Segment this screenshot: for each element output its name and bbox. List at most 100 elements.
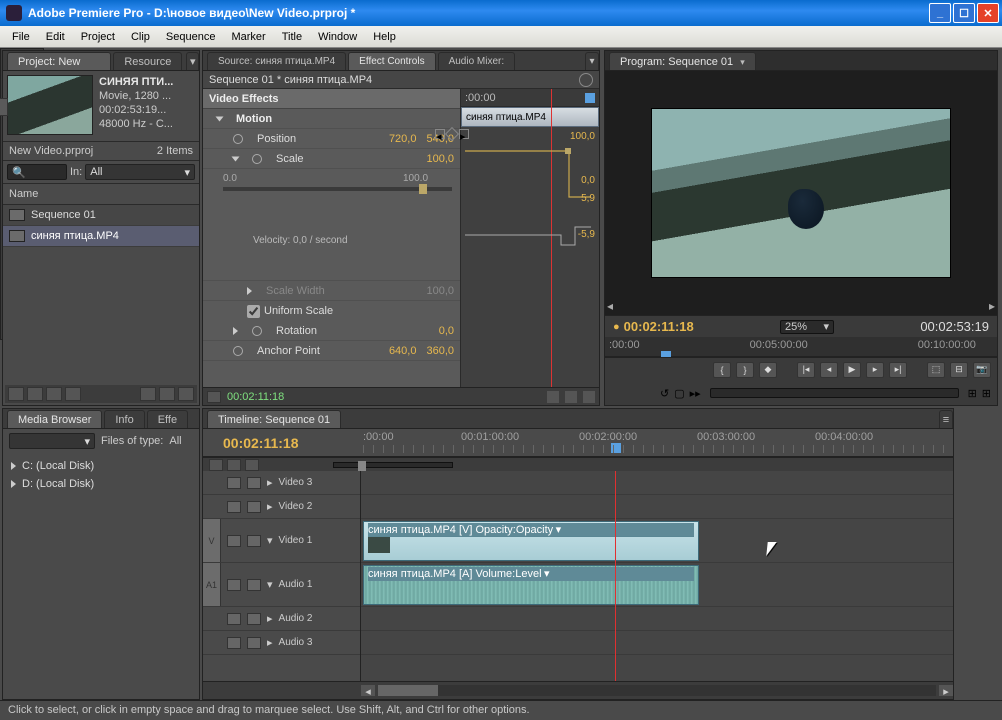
icon-view-icon[interactable] bbox=[27, 387, 43, 401]
tab-audio-mixer[interactable]: Audio Mixer: bbox=[438, 52, 516, 70]
loop-button[interactable]: ↺ bbox=[660, 387, 669, 400]
menu-marker[interactable]: Marker bbox=[223, 29, 273, 45]
scale-value[interactable]: 100,0 bbox=[426, 153, 454, 165]
eye-icon[interactable] bbox=[227, 535, 241, 547]
lift-button[interactable]: ⬚ bbox=[927, 362, 945, 378]
panel-menu-icon[interactable]: ▾ bbox=[585, 52, 599, 70]
extract-button[interactable]: ⊟ bbox=[950, 362, 968, 378]
lock-icon[interactable] bbox=[247, 535, 261, 547]
ec-btn-icon[interactable] bbox=[547, 391, 559, 403]
track-audio2[interactable]: ▸Audio 2 bbox=[203, 607, 360, 631]
lane-a2[interactable] bbox=[361, 607, 953, 631]
tab-effect-controls[interactable]: Effect Controls bbox=[348, 52, 435, 70]
disclosure-triangle-icon[interactable] bbox=[11, 480, 16, 488]
maximize-button[interactable]: ☐ bbox=[953, 3, 975, 23]
tab-program[interactable]: Program: Sequence 01 ▾ bbox=[609, 52, 756, 70]
collapse-icon[interactable]: ▸ bbox=[267, 500, 273, 513]
set-encore-icon[interactable] bbox=[245, 459, 259, 471]
uniform-scale-checkbox[interactable]: Uniform Scale bbox=[203, 301, 460, 321]
position-x[interactable]: 720,0 bbox=[389, 133, 417, 145]
rotation-value[interactable]: 0,0 bbox=[439, 325, 454, 337]
lock-icon[interactable] bbox=[247, 637, 261, 649]
out-point-button[interactable]: } bbox=[736, 362, 754, 378]
zoom-slider[interactable] bbox=[333, 462, 453, 468]
stopwatch-icon[interactable] bbox=[233, 134, 243, 144]
scale-graph[interactable]: 0.0 100.0 Velocity: 0,0 / second bbox=[203, 169, 460, 281]
prev-keyframe-icon[interactable]: ◂ bbox=[435, 129, 445, 139]
minimize-button[interactable]: _ bbox=[929, 3, 951, 23]
clip-audio1[interactable]: синяя птица.MP4 [A] Volume:Level ▾ bbox=[363, 565, 699, 605]
drive-c[interactable]: C: (Local Disk) bbox=[3, 457, 199, 475]
timeline-playhead[interactable] bbox=[615, 471, 616, 681]
speaker-icon[interactable] bbox=[227, 579, 241, 591]
step-back-button[interactable]: ◂ bbox=[820, 362, 838, 378]
scroll-right-icon[interactable]: ▸ bbox=[939, 685, 953, 696]
lock-icon[interactable] bbox=[247, 613, 261, 625]
menu-help[interactable]: Help bbox=[365, 29, 404, 45]
track-video3[interactable]: ▸Video 3 bbox=[203, 471, 360, 495]
collapse-icon[interactable]: ▾ bbox=[267, 578, 273, 591]
lock-icon[interactable] bbox=[247, 579, 261, 591]
ec-snap-icon[interactable] bbox=[207, 391, 221, 403]
ec-timecode[interactable]: 00:02:11:18 bbox=[227, 391, 284, 403]
menu-edit[interactable]: Edit bbox=[38, 29, 73, 45]
menu-window[interactable]: Window bbox=[310, 29, 365, 45]
track-video2[interactable]: ▸Video 2 bbox=[203, 495, 360, 519]
new-item-icon[interactable] bbox=[159, 387, 175, 401]
add-keyframe-icon[interactable] bbox=[445, 127, 459, 141]
stopwatch-icon[interactable] bbox=[252, 154, 262, 164]
collapse-icon[interactable]: ▾ bbox=[267, 534, 273, 547]
tab-effects[interactable]: Effe bbox=[147, 410, 188, 428]
search-input[interactable]: 🔍 bbox=[7, 164, 67, 180]
menu-clip[interactable]: Clip bbox=[123, 29, 158, 45]
shuttle-slider[interactable] bbox=[710, 388, 959, 398]
disclosure-triangle-icon[interactable] bbox=[216, 116, 224, 121]
tab-source[interactable]: Source: синяя птица.MP4 bbox=[207, 52, 346, 70]
program-ruler[interactable]: :00:00 00:05:00:00 00:10:00:00 bbox=[605, 337, 997, 357]
panel-menu-icon[interactable]: ▾ bbox=[186, 52, 199, 70]
column-name-header[interactable]: Name bbox=[3, 184, 199, 205]
chevron-down-icon[interactable]: ▾ bbox=[544, 568, 550, 580]
lane-v1[interactable]: синяя птица.MP4 [V] Opacity:Opacity ▾ bbox=[361, 519, 953, 563]
playhead-marker-icon[interactable] bbox=[585, 93, 595, 103]
bin-item-clip[interactable]: синяя птица.MP4 bbox=[3, 226, 199, 247]
tab-media-browser[interactable]: Media Browser bbox=[7, 410, 102, 428]
automate-icon[interactable] bbox=[46, 387, 62, 401]
close-button[interactable]: ✕ bbox=[977, 3, 999, 23]
new-bin-icon[interactable] bbox=[140, 387, 156, 401]
ec-btn-icon[interactable] bbox=[583, 391, 595, 403]
lane-a1[interactable]: синяя птица.MP4 [A] Volume:Level ▾ bbox=[361, 563, 953, 607]
step-fwd-button[interactable]: ▸ bbox=[866, 362, 884, 378]
effect-timeline[interactable]: :00:00 синяя птица.MP4 100,0 0,0 5,9 -5,… bbox=[461, 89, 599, 387]
clip-video1[interactable]: синяя птица.MP4 [V] Opacity:Opacity ▾ bbox=[363, 521, 699, 561]
lane-v2[interactable] bbox=[361, 495, 953, 519]
menu-sequence[interactable]: Sequence bbox=[158, 29, 224, 45]
speaker-icon[interactable] bbox=[227, 613, 241, 625]
panel-menu-icon[interactable]: ≡ bbox=[939, 410, 953, 428]
disclosure-triangle-icon[interactable] bbox=[247, 287, 252, 295]
disclosure-triangle-icon[interactable] bbox=[11, 462, 16, 470]
timeline-ruler[interactable]: :00:00 00:01:00:00 00:02:00:00 00:03:00:… bbox=[361, 429, 953, 456]
stopwatch-icon[interactable] bbox=[252, 326, 262, 336]
next-seq-icon[interactable]: ▸ bbox=[989, 299, 995, 313]
track-target-a[interactable]: A1 bbox=[203, 563, 221, 606]
anchor-x[interactable]: 640,0 bbox=[389, 345, 417, 357]
media-view-dropdown[interactable]: ▾ bbox=[9, 433, 95, 449]
scroll-left-icon[interactable]: ◂ bbox=[361, 685, 375, 696]
collapse-icon[interactable]: ▸ bbox=[267, 636, 273, 649]
chevron-down-icon[interactable]: ▾ bbox=[740, 57, 745, 67]
clip-thumbnail[interactable] bbox=[7, 75, 93, 135]
tab-timeline[interactable]: Timeline: Sequence 01 bbox=[207, 410, 341, 428]
eye-icon[interactable] bbox=[227, 501, 241, 513]
tab-project[interactable]: Project: New Video bbox=[7, 52, 111, 70]
chevron-down-icon[interactable]: ▾ bbox=[556, 524, 562, 536]
goto-prev-button[interactable]: |◂ bbox=[797, 362, 815, 378]
tab-resource[interactable]: Resource bbox=[113, 52, 182, 70]
stopwatch-icon[interactable] bbox=[233, 346, 243, 356]
lane-a3[interactable] bbox=[361, 631, 953, 655]
next-keyframe-icon[interactable]: ▸ bbox=[459, 129, 469, 139]
lane-v3[interactable] bbox=[361, 471, 953, 495]
track-target-v[interactable]: V bbox=[203, 519, 221, 562]
play-button[interactable]: ▶ bbox=[843, 362, 861, 378]
timeline-tc[interactable]: 00:02:11:18 bbox=[203, 435, 361, 451]
